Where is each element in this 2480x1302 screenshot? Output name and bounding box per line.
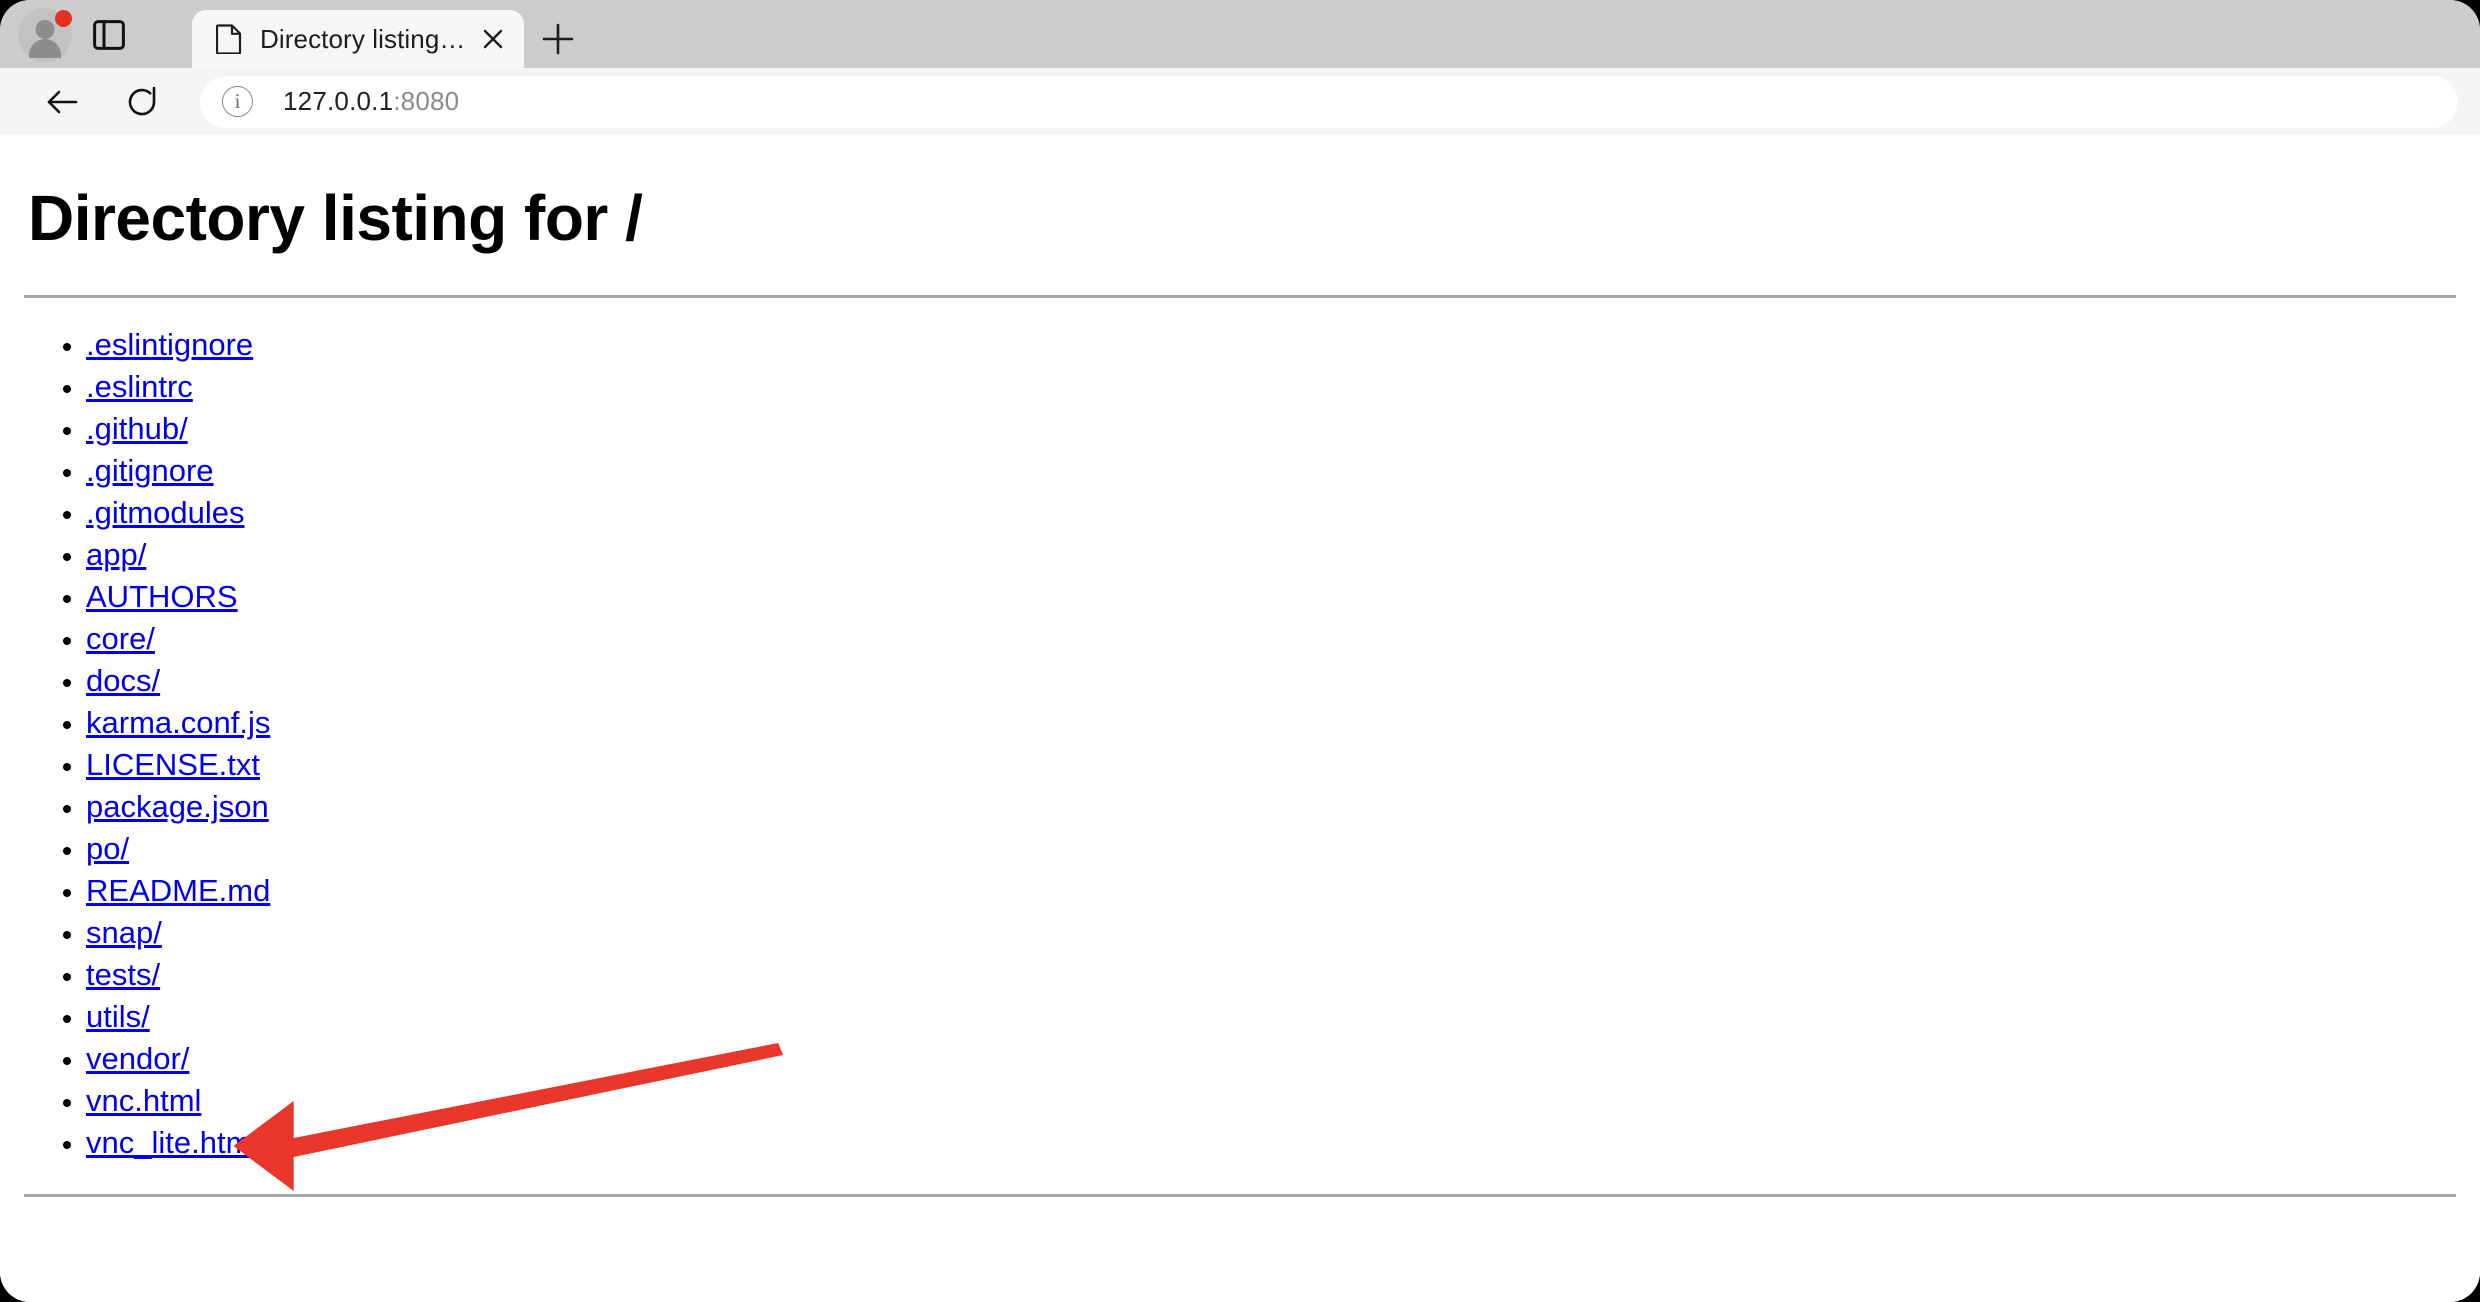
file-link[interactable]: vendor/ <box>86 1041 189 1076</box>
file-link[interactable]: .gitmodules <box>86 495 245 530</box>
footer-divider <box>24 1194 2456 1197</box>
list-item: po/ <box>86 828 2456 870</box>
notification-dot-icon <box>55 10 72 27</box>
list-item: vendor/ <box>86 1038 2456 1080</box>
list-item: snap/ <box>86 912 2456 954</box>
avatar-body-shape <box>29 39 61 58</box>
file-link[interactable]: vnc.html <box>86 1083 201 1118</box>
list-item: AUTHORS <box>86 576 2456 618</box>
file-link[interactable]: AUTHORS <box>86 579 238 614</box>
tab-directory-listing[interactable]: Directory listing for / <box>192 10 524 68</box>
tab-close-button[interactable] <box>476 22 510 56</box>
reload-icon <box>128 86 156 115</box>
header-divider <box>24 295 2456 298</box>
url-host: 127.0.0.1 <box>283 86 394 116</box>
file-link[interactable]: .gitignore <box>86 453 214 488</box>
list-item: app/ <box>86 534 2456 576</box>
file-link[interactable]: .github/ <box>86 411 188 446</box>
site-info-icon[interactable]: i <box>222 86 253 117</box>
file-link[interactable]: tests/ <box>86 957 160 992</box>
plus-icon <box>542 23 574 55</box>
url-text: 127.0.0.1:8080 <box>283 86 459 117</box>
browser-toolbar: i 127.0.0.1:8080 <box>0 68 2480 135</box>
page-icon <box>216 24 242 54</box>
url-port: :8080 <box>393 86 460 116</box>
file-link[interactable]: package.json <box>86 789 269 824</box>
file-link[interactable]: utils/ <box>86 999 150 1034</box>
reload-button[interactable] <box>114 74 170 130</box>
close-icon <box>483 29 503 49</box>
list-item: .gitmodules <box>86 492 2456 534</box>
list-item: .eslintignore <box>86 324 2456 366</box>
file-link[interactable]: vnc_lite.html <box>86 1125 258 1160</box>
back-arrow-icon <box>47 90 78 113</box>
tab-strip: Directory listing for / <box>0 0 586 68</box>
site-info-glyph: i <box>234 89 241 113</box>
panel-toggle-icon[interactable] <box>93 20 125 50</box>
file-link[interactable]: po/ <box>86 831 129 866</box>
list-item: README.md <box>86 870 2456 912</box>
file-link[interactable]: .eslintrc <box>86 369 193 404</box>
new-tab-button[interactable] <box>530 11 586 67</box>
list-item: karma.conf.js <box>86 702 2456 744</box>
list-item: core/ <box>86 618 2456 660</box>
list-item: .eslintrc <box>86 366 2456 408</box>
list-item: vnc.html <box>86 1080 2456 1122</box>
file-link[interactable]: LICENSE.txt <box>86 747 260 782</box>
list-item: vnc_lite.html <box>86 1122 2456 1164</box>
url-bar[interactable]: i 127.0.0.1:8080 <box>200 75 2458 128</box>
file-link[interactable]: core/ <box>86 621 155 656</box>
file-link[interactable]: snap/ <box>86 915 162 950</box>
list-item: docs/ <box>86 660 2456 702</box>
list-item: .gitignore <box>86 450 2456 492</box>
list-item: LICENSE.txt <box>86 744 2456 786</box>
file-link[interactable]: README.md <box>86 873 270 908</box>
file-link[interactable]: app/ <box>86 537 146 572</box>
profile-avatar[interactable] <box>18 8 72 62</box>
file-link[interactable]: docs/ <box>86 663 160 698</box>
list-item: tests/ <box>86 954 2456 996</box>
page-title: Directory listing for / <box>28 182 643 254</box>
list-item: package.json <box>86 786 2456 828</box>
panel-toggle-glyph <box>93 20 125 50</box>
file-link[interactable]: karma.conf.js <box>86 705 270 740</box>
back-button[interactable] <box>34 74 90 130</box>
page-viewport: Directory listing for / .eslintignore.es… <box>0 135 2480 1302</box>
tab-title-label: Directory listing for / <box>260 23 468 54</box>
file-link[interactable]: .eslintignore <box>86 327 253 362</box>
browser-title-bar: Directory listing for / <box>0 0 2480 68</box>
directory-file-list: .eslintignore .eslintrc .github/ .gitignore… <box>86 324 2456 1164</box>
list-item: utils/ <box>86 996 2456 1038</box>
list-item: .github/ <box>86 408 2456 450</box>
avatar-head-shape <box>35 20 55 39</box>
browser-window: Directory listing for / <box>0 0 2480 1302</box>
